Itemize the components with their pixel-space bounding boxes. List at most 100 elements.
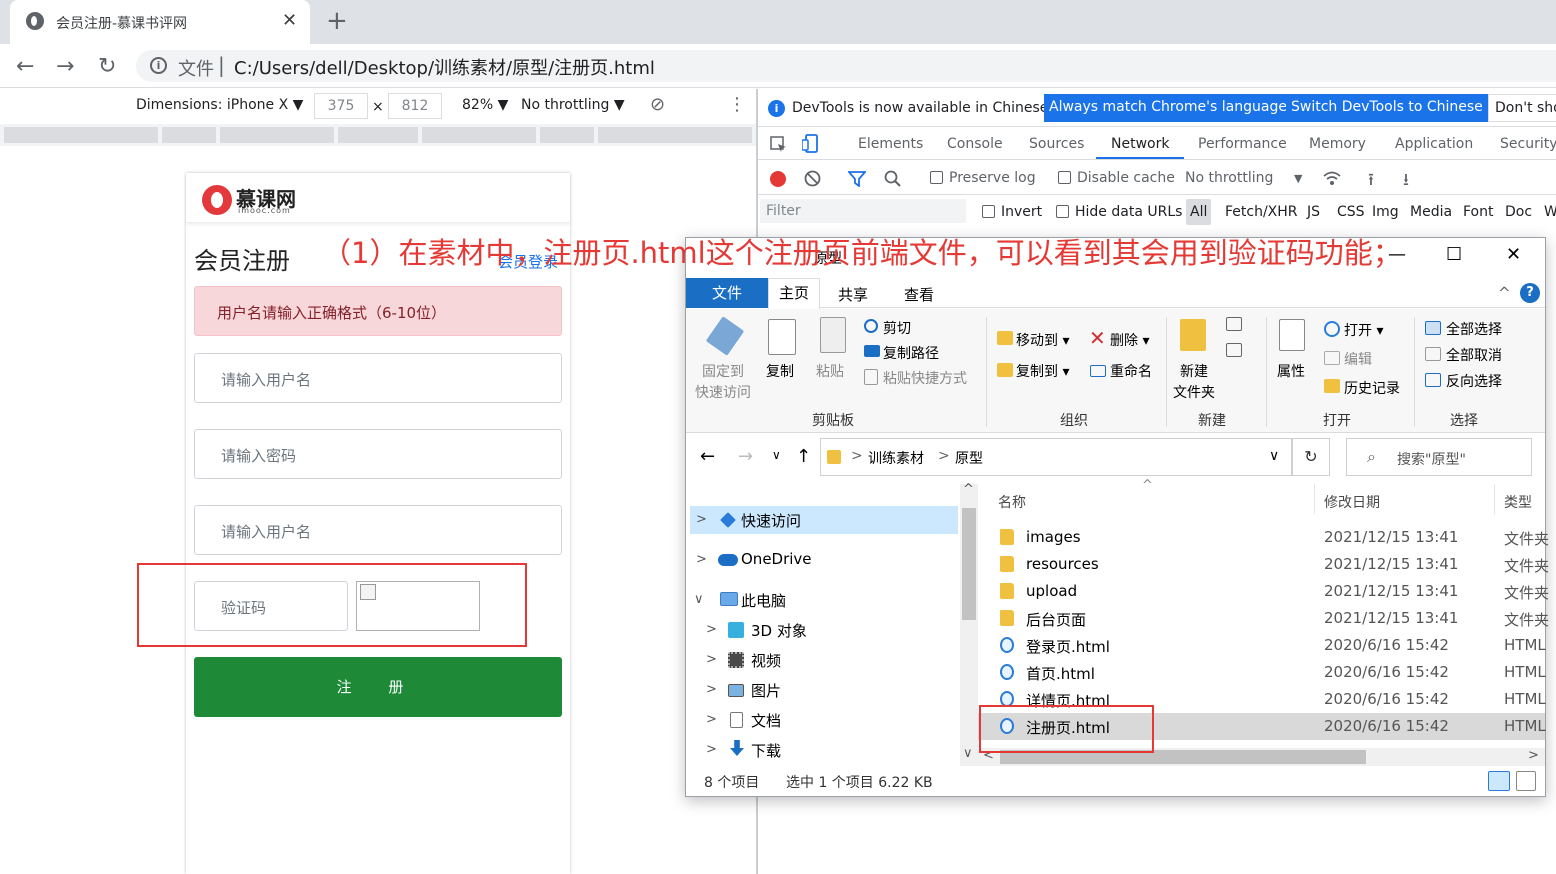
new-folder-button[interactable]: 新建 xyxy=(1180,361,1208,381)
expand-icon[interactable]: > xyxy=(706,652,717,667)
properties-button[interactable]: 属性 xyxy=(1277,361,1305,381)
tab-memory[interactable]: Memory xyxy=(1309,136,1366,152)
record-icon[interactable] xyxy=(770,171,786,187)
file-row[interactable]: 首页.html 2020/6/16 15:42 HTML xyxy=(978,659,1546,686)
filter-type-all[interactable]: All xyxy=(1186,199,1212,225)
forward-icon[interactable]: → xyxy=(56,54,74,79)
tab-application[interactable]: Application xyxy=(1395,136,1473,152)
password-input[interactable]: 请输入密码 xyxy=(194,429,562,479)
nav-scroll-thumb[interactable] xyxy=(962,508,976,620)
switch-chinese-button[interactable]: Switch DevTools to Chinese xyxy=(1286,94,1488,122)
inspect-element-icon[interactable] xyxy=(770,136,788,154)
file-row[interactable]: images 2021/12/15 13:41 文件夹 xyxy=(978,524,1549,551)
crumb-separator[interactable]: > xyxy=(851,448,863,464)
ruler-segment[interactable] xyxy=(598,127,752,143)
ribbon-tab-file[interactable]: 文件 xyxy=(686,278,768,308)
disable-cache-checkbox[interactable]: Disable cache xyxy=(1058,170,1175,186)
device-select[interactable]: Dimensions: iPhone X ▼ xyxy=(136,97,303,113)
close-tab-icon[interactable]: ✕ xyxy=(282,10,297,31)
invert-selection-button[interactable]: 反向选择 xyxy=(1446,371,1502,391)
network-conditions-icon[interactable] xyxy=(1322,170,1342,186)
back-icon[interactable]: ← xyxy=(16,54,34,79)
filter-input[interactable]: Filter xyxy=(760,199,966,223)
zoom-select[interactable]: 82% ▼ xyxy=(462,97,508,113)
crumb-separator[interactable]: > xyxy=(938,448,950,464)
info-icon[interactable]: i xyxy=(150,57,167,74)
details-view-icon[interactable] xyxy=(1488,771,1510,791)
history-button[interactable]: 历史记录 xyxy=(1344,378,1400,398)
address-bar[interactable]: i 文件 | C:/Users/dell/Desktop/训练素材/原型/注册页… xyxy=(136,50,1556,82)
expand-icon[interactable]: > xyxy=(706,742,717,757)
nav-videos[interactable]: 视频 xyxy=(751,650,781,671)
ruler-segment[interactable] xyxy=(4,127,158,143)
column-divider[interactable] xyxy=(1314,484,1315,514)
device-width-input[interactable]: 375 xyxy=(314,93,368,119)
address-dropdown-icon[interactable]: ∨ xyxy=(1269,448,1279,464)
nav-3d-objects[interactable]: 3D 对象 xyxy=(751,620,807,641)
explorer-address-bar[interactable]: > 训练素材 > 原型 ∨ xyxy=(820,438,1292,476)
throttling-select[interactable]: No throttling ▼ xyxy=(521,97,625,113)
expand-icon[interactable]: > xyxy=(706,622,717,637)
refresh-icon[interactable]: ↻ xyxy=(1292,438,1330,476)
new-tab-button[interactable]: + xyxy=(326,6,348,36)
browser-tab[interactable]: 会员注册-慕课书评网 ✕ xyxy=(10,0,310,44)
dont-show-button[interactable]: Don't sho xyxy=(1488,94,1556,122)
large-icons-view-icon[interactable] xyxy=(1516,771,1536,791)
device-height-input[interactable]: 812 xyxy=(388,93,442,119)
tab-elements[interactable]: Elements xyxy=(858,136,923,152)
filter-type-js[interactable]: JS xyxy=(1307,204,1320,220)
recent-locations-icon[interactable]: ∨ xyxy=(772,448,781,462)
collapse-icon[interactable]: ∨ xyxy=(694,592,704,607)
nickname-input[interactable]: 请输入用户名 xyxy=(194,505,562,555)
export-har-icon[interactable]: ⭳ xyxy=(1403,167,1409,196)
filter-type-css[interactable]: CSS xyxy=(1337,204,1365,220)
nav-this-pc[interactable]: 此电脑 xyxy=(741,590,786,611)
pin-label[interactable]: 固定到 xyxy=(702,361,744,381)
collapse-ribbon-icon[interactable]: ^ xyxy=(1498,284,1511,302)
username-input[interactable]: 请输入用户名 xyxy=(194,353,562,403)
filter-type-media[interactable]: Media xyxy=(1410,204,1452,220)
tab-sources[interactable]: Sources xyxy=(1029,136,1084,152)
url-text[interactable]: C:/Users/dell/Desktop/训练素材/原型/注册页.html xyxy=(234,54,655,80)
crumb-training[interactable]: 训练素材 xyxy=(868,448,924,468)
ruler-segment[interactable] xyxy=(540,127,594,143)
nav-documents[interactable]: 文档 xyxy=(751,710,781,731)
forward-icon[interactable]: → xyxy=(738,446,753,467)
ruler-segment[interactable] xyxy=(422,127,536,143)
register-button[interactable]: 注 册 xyxy=(194,657,562,717)
copy-to-button[interactable]: 复制到 ▾ xyxy=(1016,361,1069,381)
edit-button[interactable]: 编辑 xyxy=(1344,349,1372,369)
file-row[interactable]: 登录页.html 2020/6/16 15:42 HTML xyxy=(978,632,1546,659)
reload-icon[interactable]: ↻ xyxy=(98,54,116,79)
nav-quick-access[interactable]: 快速访问 xyxy=(741,510,801,531)
nav-scrollbar[interactable]: ^ ∨ xyxy=(960,482,978,766)
copy-button[interactable]: 复制 xyxy=(766,361,794,381)
crumb-prototype[interactable]: 原型 xyxy=(955,448,983,468)
hide-data-urls-checkbox[interactable]: Hide data URLs xyxy=(1056,204,1182,220)
match-language-button[interactable]: Always match Chrome's language xyxy=(1044,94,1292,122)
network-throttling-select[interactable]: No throttling xyxy=(1185,170,1273,186)
tab-performance[interactable]: Performance xyxy=(1198,136,1287,152)
new-folder-label-2[interactable]: 文件夹 xyxy=(1173,382,1215,402)
ruler-segment[interactable] xyxy=(220,127,334,143)
expand-icon[interactable]: > xyxy=(696,512,707,527)
pin-label-2[interactable]: 快速访问 xyxy=(695,382,751,402)
tab-console[interactable]: Console xyxy=(947,136,1003,152)
maximize-button[interactable]: ☐ xyxy=(1446,244,1462,265)
ruler-segment[interactable] xyxy=(338,127,418,143)
tab-network[interactable]: Network xyxy=(1111,136,1169,152)
close-window-button[interactable]: ✕ xyxy=(1506,244,1521,265)
filter-type-fetch[interactable]: Fetch/XHR xyxy=(1225,204,1298,220)
explorer-search-input[interactable]: ⌕ 搜索"原型" xyxy=(1346,438,1532,476)
filter-type-img[interactable]: Img xyxy=(1372,204,1399,220)
ribbon-tab-share[interactable]: 共享 xyxy=(838,284,868,305)
nav-downloads[interactable]: 下载 xyxy=(751,740,781,761)
import-har-icon[interactable]: ⭱ xyxy=(1368,167,1374,196)
search-icon[interactable] xyxy=(884,170,902,188)
help-icon[interactable]: ? xyxy=(1520,283,1540,303)
clear-icon[interactable] xyxy=(804,170,821,187)
delete-button[interactable]: 删除 ▾ xyxy=(1110,330,1149,350)
scroll-down-icon[interactable]: ∨ xyxy=(963,746,973,761)
file-row[interactable]: 后台页面 2021/12/15 13:41 文件夹 xyxy=(978,605,1549,632)
select-none-button[interactable]: 全部取消 xyxy=(1446,345,1502,365)
